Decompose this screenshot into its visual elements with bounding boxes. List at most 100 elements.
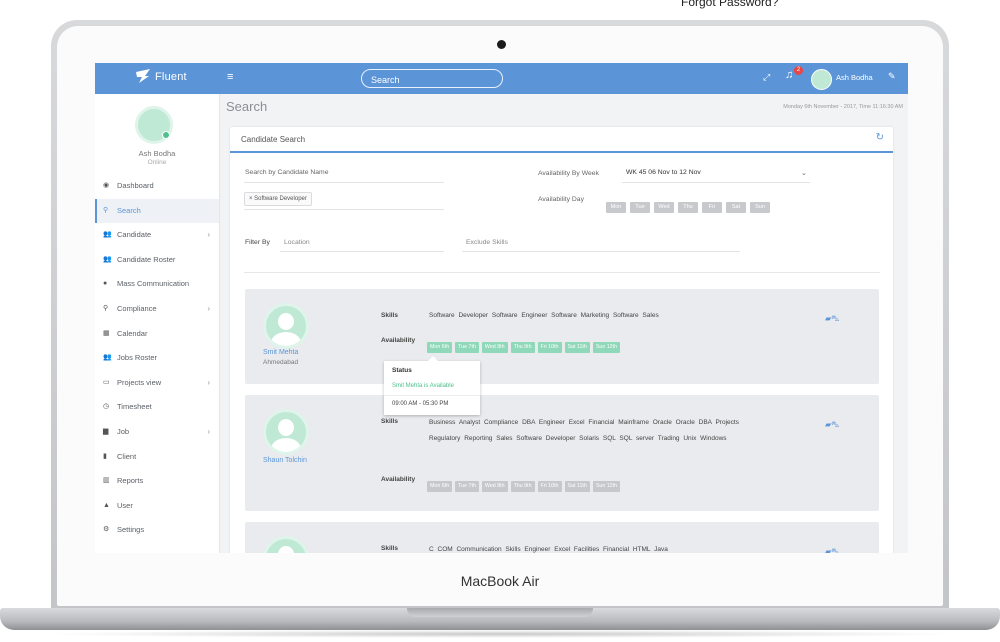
skill-chip[interactable]: × Software Developer xyxy=(244,192,312,206)
forgot-password-link[interactable]: Forgot Password? xyxy=(681,0,778,9)
card-title: Candidate Search xyxy=(241,135,306,144)
building-icon: ▮ xyxy=(103,452,107,460)
global-search-input[interactable] xyxy=(369,74,493,86)
hamburger-menu-icon[interactable]: ≡ xyxy=(227,71,233,83)
exclude-skills-underline xyxy=(462,251,740,252)
availability-day[interactable]: Mon 6th xyxy=(427,342,453,353)
location-input[interactable]: Location xyxy=(284,239,310,246)
chat-icon: ● xyxy=(103,280,108,288)
sidebar-item-timesheet[interactable]: ◷ Timesheet xyxy=(95,395,219,420)
sidebar-item-dashboard[interactable]: ◉ Dashboard xyxy=(95,174,219,199)
day-toggle-sat[interactable]: Sat xyxy=(726,202,746,213)
candidate-card[interactable]: Smit Mehta Ahmedabad Skills Software Dev… xyxy=(245,289,879,384)
skills-label: Skills xyxy=(381,312,398,319)
sidebar-item-candidate-roster[interactable]: 👥 Candidate Roster xyxy=(95,248,219,273)
laptop-shadow xyxy=(40,630,960,638)
availability-day[interactable]: Tue 7th xyxy=(455,342,479,353)
sidebar-item-mass-communication[interactable]: ● Mass Communication xyxy=(95,272,219,297)
availability-day[interactable]: Mon 6th xyxy=(427,481,453,492)
fullscreen-icon[interactable]: ⤢ xyxy=(763,72,770,83)
tooltip-time: 09:00 AM - 05:30 PM xyxy=(392,401,449,407)
availability-day[interactable]: Sun 12th xyxy=(592,481,621,492)
users-icon: 👥 xyxy=(103,231,112,239)
sidebar-item-jobs-roster[interactable]: 👥 Jobs Roster xyxy=(95,346,219,371)
availability-label: Availability xyxy=(381,476,416,483)
availability-by-week-label: Availability By Week xyxy=(538,170,599,177)
chevron-right-icon: › xyxy=(207,377,210,387)
exclude-skills-input[interactable]: Exclude Skills xyxy=(466,239,508,246)
day-toggle-tue[interactable]: Tue xyxy=(630,202,650,213)
refresh-icon[interactable]: ↻ xyxy=(876,132,884,143)
sidebar-item-label: Projects view xyxy=(117,377,162,387)
sidebar-item-label: User xyxy=(117,500,133,510)
day-toggle-wed[interactable]: Wed xyxy=(654,202,674,213)
action-icons[interactable]: ▰⛍ xyxy=(825,314,839,324)
cart-icon[interactable]: ⛍ xyxy=(831,420,839,429)
bell-icon[interactable]: ♫ xyxy=(785,69,793,81)
search-by-name-field[interactable]: Search by Candidate Name xyxy=(245,169,329,176)
sidebar-item-candidate[interactable]: 👥 Candidate › xyxy=(95,223,219,248)
page-datetime: Monday 6th November - 2017, Time 11:16:3… xyxy=(783,104,903,110)
availability-day[interactable]: Sat 11th xyxy=(564,481,590,492)
briefcase-icon: ▆ xyxy=(103,427,109,435)
lock-icon[interactable]: ✎ xyxy=(888,71,896,82)
tooltip-divider xyxy=(384,395,480,396)
availability-day[interactable]: Sat 11th xyxy=(564,342,590,353)
gear-icon: ⚙ xyxy=(103,526,110,534)
folder-icon: ▭ xyxy=(103,378,110,386)
availability-day[interactable]: Thu 9th xyxy=(510,481,535,492)
sidebar-item-label: Candidate xyxy=(117,230,152,240)
candidate-name[interactable]: Smit Mehta xyxy=(263,349,298,356)
sidebar-item-search[interactable]: ⚲ Search xyxy=(95,198,219,224)
candidate-card[interactable]: Skills C COM Communication Skills Engine… xyxy=(245,522,879,553)
availability-day[interactable]: Fri 10th xyxy=(537,342,562,353)
sidebar-item-compliance[interactable]: ⚲ Compliance › xyxy=(95,297,219,322)
sidebar-item-label: Settings xyxy=(117,525,145,535)
day-toggle-sun[interactable]: Sun xyxy=(750,202,770,213)
app-logo[interactable]: Fluent xyxy=(155,71,187,83)
candidate-city: Ahmedabad xyxy=(263,359,299,366)
logo-icon xyxy=(136,69,150,83)
laptop-notch xyxy=(407,608,593,617)
top-user-name[interactable]: Ash Bodha xyxy=(836,73,873,82)
day-toggle-thu[interactable]: Thu xyxy=(678,202,698,213)
candidate-name[interactable]: Shaun Tolchin xyxy=(263,457,307,464)
cart-icon[interactable]: ⛍ xyxy=(831,547,839,553)
dashboard-icon: ◉ xyxy=(103,182,110,189)
cart-icon[interactable]: ⛍ xyxy=(831,314,839,323)
day-toggle-fri[interactable]: Fri xyxy=(702,202,722,213)
sidebar: Ash Bodha Online ◉ Dashboard ⚲ Search 👥 Candi… xyxy=(95,94,220,553)
global-search xyxy=(361,69,503,88)
action-icons[interactable]: ▰⛍ xyxy=(825,420,839,430)
availability-day[interactable]: Wed 8th xyxy=(481,481,508,492)
search-by-name-underline xyxy=(244,182,444,183)
week-select-underline xyxy=(622,182,810,183)
sidebar-item-job[interactable]: ▆ Job › xyxy=(95,420,219,445)
candidate-skills: Business Analyst Compliance DBA Engineer… xyxy=(429,419,739,442)
sidebar-item-label: Compliance xyxy=(117,303,157,313)
availability-day[interactable]: Thu 9th xyxy=(510,342,535,353)
availability-day[interactable]: Wed 8th xyxy=(481,342,508,353)
sidebar-item-client[interactable]: ▮ Client xyxy=(95,445,219,470)
screen: Fluent ≡ ⤢ ♫ 2 Ash Bodha ✎ Ash Bodha Onl… xyxy=(95,63,908,553)
availability-day[interactable]: Sun 12th xyxy=(592,342,621,353)
sidebar-item-projects-view[interactable]: ▭ Projects view › xyxy=(95,371,219,396)
week-select[interactable]: WK 45 06 Nov to 12 Nov xyxy=(626,169,701,176)
sidebar-item-settings[interactable]: ⚙ Settings xyxy=(95,518,219,543)
candidate-avatar xyxy=(263,536,309,553)
divider xyxy=(244,272,880,273)
user-avatar[interactable] xyxy=(811,69,832,90)
availability-day[interactable]: Tue 7th xyxy=(455,481,479,492)
sidebar-item-user[interactable]: ▲ User xyxy=(95,494,219,519)
sidebar-item-calendar[interactable]: ▦ Calendar xyxy=(95,322,219,347)
day-toggle-mon[interactable]: Mon xyxy=(606,202,626,213)
candidate-card[interactable]: Shaun Tolchin Skills Business Analyst Co… xyxy=(245,395,879,511)
availability-day[interactable]: Fri 10th xyxy=(537,481,562,492)
action-icons[interactable]: ▰⛍ xyxy=(825,547,839,553)
sidebar-item-label: Client xyxy=(117,451,137,461)
candidate-avatar xyxy=(263,409,309,455)
availability-days: Mon 6th Tue 7th Wed 8th Thu 9th Fri 10th Sat … xyxy=(427,474,623,492)
chevron-down-icon[interactable]: ⌄ xyxy=(801,169,807,177)
search-icon: ⚲ xyxy=(103,206,109,214)
sidebar-item-reports[interactable]: ▥ Reports xyxy=(95,469,219,494)
